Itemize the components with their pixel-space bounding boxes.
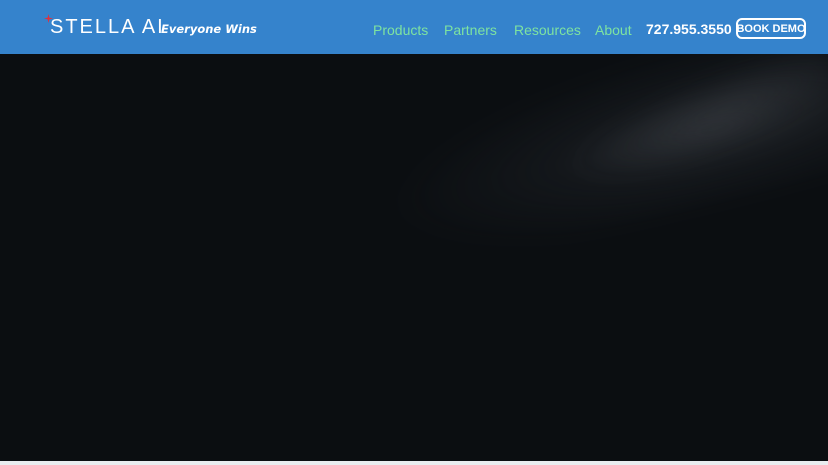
page-bottom-edge [0,461,828,465]
nav-link-resources[interactable]: Resources [514,21,581,39]
logo-tagline: Everyone Wins [161,22,257,36]
nav-link-about[interactable]: About [595,21,632,39]
hero-banner [0,54,828,461]
nav-link-products[interactable]: Products [373,21,428,39]
stella-ai-logo[interactable]: STELLA AI Everyone Wins [44,14,257,39]
phone-number-link[interactable]: 727.955.3550 [646,20,732,38]
book-demo-button[interactable]: BOOK DEMO [736,18,806,39]
logo-wordmark: STELLA AI [50,16,165,38]
nav-link-partners[interactable]: Partners [444,21,497,39]
top-navbar: STELLA AI Everyone Wins Products Partner… [0,0,828,54]
